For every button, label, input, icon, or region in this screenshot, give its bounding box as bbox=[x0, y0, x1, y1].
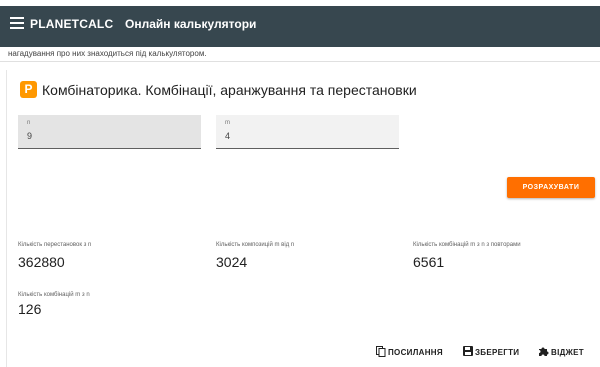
m-input-label: m bbox=[225, 120, 230, 126]
calculate-button[interactable]: РОЗРАХУВАТИ bbox=[507, 177, 595, 198]
divider bbox=[0, 61, 600, 62]
save-button[interactable]: ЗБЕРЕГТИ bbox=[463, 345, 519, 359]
combinations-label: Кількість комбінацій m з n bbox=[18, 292, 90, 298]
arrangements-label: Кількість композицій m від n bbox=[216, 242, 295, 248]
m-input[interactable]: m 4 bbox=[216, 115, 399, 149]
arrangements-value: 3024 bbox=[216, 254, 248, 270]
n-input-label: n bbox=[27, 120, 31, 126]
n-input[interactable]: n 9 bbox=[18, 115, 201, 149]
reminder-text: нагадування про них знаходиться під каль… bbox=[8, 49, 207, 58]
combinations-value: 126 bbox=[18, 301, 42, 317]
calculator-title: Комбінаторика. Комбінації, аранжування т… bbox=[42, 82, 417, 98]
widget-label: ВІДЖЕТ bbox=[551, 347, 584, 357]
n-input-value[interactable]: 9 bbox=[27, 131, 32, 141]
menu-icon[interactable] bbox=[10, 17, 24, 29]
header-top-strip bbox=[0, 0, 600, 6]
save-icon bbox=[463, 346, 473, 358]
combinations-repetition-value: 6561 bbox=[413, 254, 445, 270]
planetcalc-icon: P bbox=[20, 81, 37, 98]
puzzle-icon bbox=[538, 346, 549, 359]
link-label: ПОСИЛАННЯ bbox=[388, 347, 443, 357]
permutations-value: 362880 bbox=[18, 254, 65, 270]
header-title[interactable]: Онлайн калькулятори bbox=[125, 17, 256, 31]
link-button[interactable]: ПОСИЛАННЯ bbox=[376, 345, 443, 359]
combinations-repetition-label: Кількість комбінацій m з n з повторами bbox=[413, 242, 521, 248]
link-icon bbox=[376, 345, 386, 359]
save-label: ЗБЕРЕГТИ bbox=[475, 347, 520, 357]
m-input-value[interactable]: 4 bbox=[225, 131, 230, 141]
permutations-label: Кількість перестановок з n bbox=[18, 242, 92, 248]
widget-button[interactable]: ВІДЖЕТ bbox=[538, 345, 584, 359]
brand-logo[interactable]: PLANETCALC bbox=[30, 17, 113, 31]
app-header: PLANETCALC Онлайн калькулятори bbox=[0, 0, 600, 47]
